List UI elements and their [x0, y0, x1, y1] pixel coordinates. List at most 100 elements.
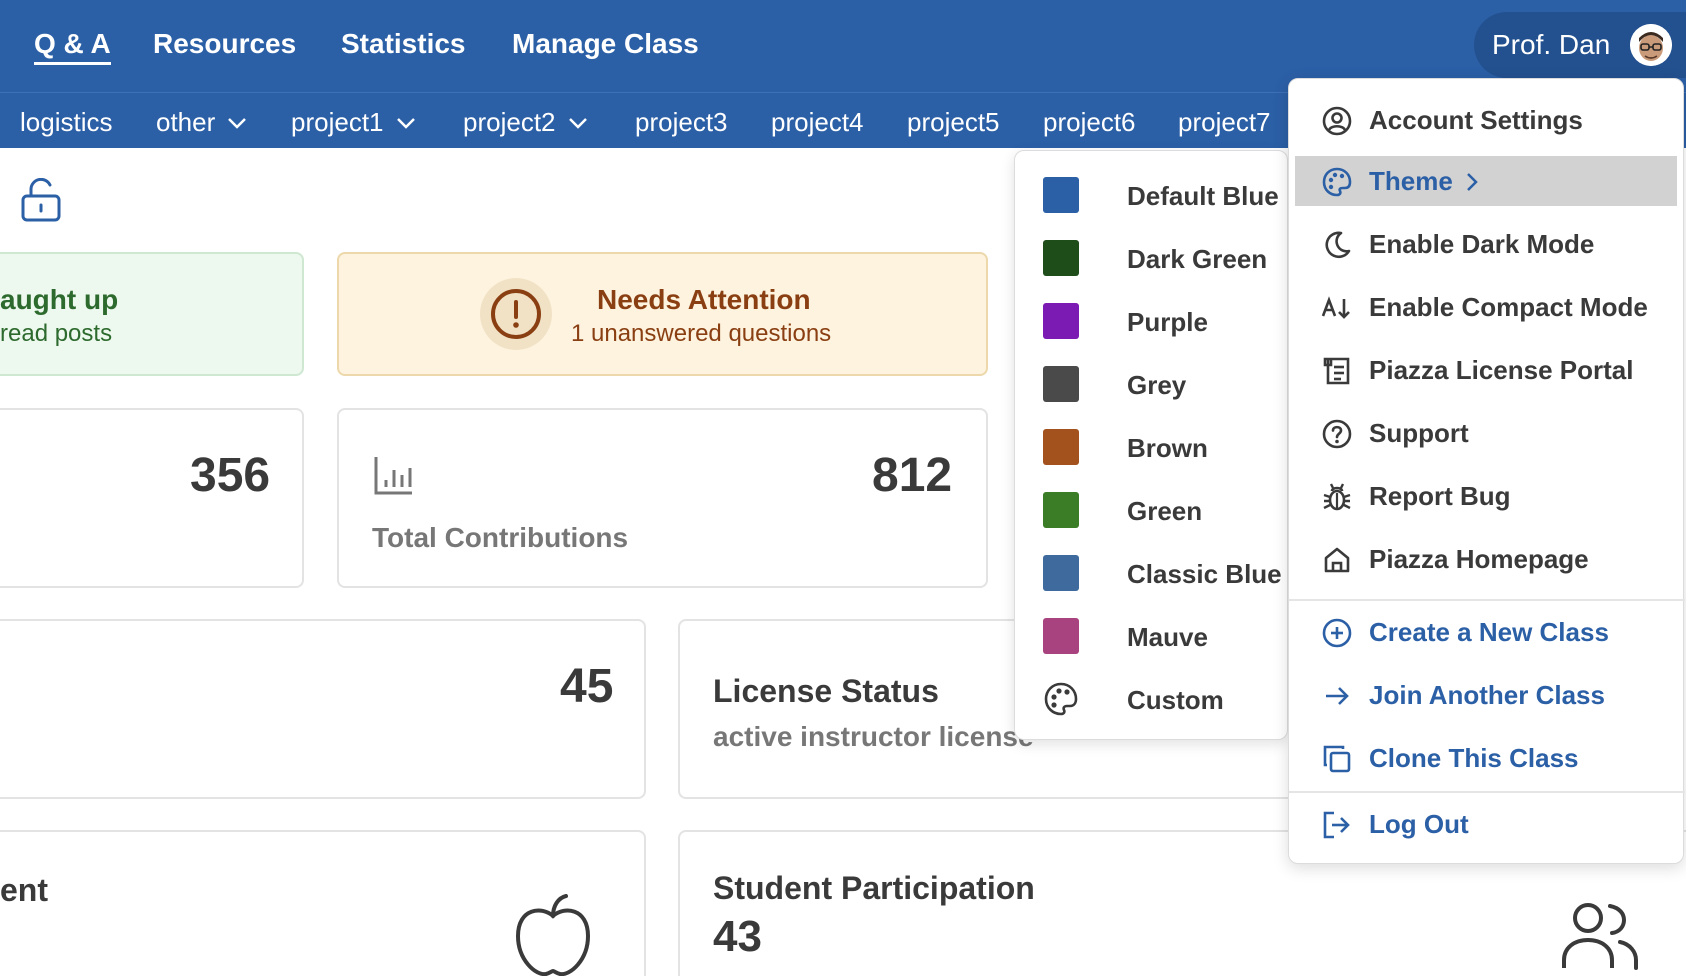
- menu-join-class[interactable]: Join Another Class: [1295, 670, 1677, 720]
- help-circle-icon: [1322, 419, 1352, 449]
- menu-dark-mode[interactable]: Enable Dark Mode: [1295, 219, 1677, 269]
- color-swatch: [1043, 240, 1079, 276]
- folder-project6[interactable]: project6: [1043, 107, 1136, 138]
- user-circle-icon: [1322, 106, 1352, 136]
- folder-project3[interactable]: project3: [635, 107, 728, 138]
- moon-icon: [1325, 231, 1351, 259]
- needs-attention-card[interactable]: Needs Attention 1 unanswered questions: [337, 252, 988, 376]
- color-swatch: [1043, 303, 1079, 339]
- stat-card-45: 45: [0, 619, 646, 799]
- student-participation-value: 43: [713, 912, 762, 961]
- theme-label: Purple: [1127, 307, 1208, 337]
- contributions-value: 812: [872, 449, 953, 502]
- folder-label: project4: [771, 107, 864, 137]
- palette-icon: [1322, 167, 1352, 197]
- menu-license-portal[interactable]: Piazza License Portal: [1295, 345, 1677, 395]
- menu-divider: [1289, 599, 1685, 601]
- folder-project4[interactable]: project4: [771, 107, 864, 138]
- menu-clone-class[interactable]: Clone This Class: [1295, 733, 1677, 783]
- chevron-right-icon: [1467, 173, 1478, 191]
- menu-compact-mode[interactable]: Enable Compact Mode: [1295, 282, 1677, 332]
- color-swatch: [1043, 177, 1079, 213]
- nav-manage-class[interactable]: Manage Class: [512, 28, 699, 60]
- menu-homepage[interactable]: Piazza Homepage: [1295, 534, 1677, 584]
- folder-label: project2: [463, 107, 556, 137]
- theme-label: Mauve: [1127, 622, 1208, 652]
- menu-label: Clone This Class: [1369, 743, 1579, 773]
- menu-label: Account Settings: [1369, 105, 1583, 135]
- unlock-icon[interactable]: [20, 177, 62, 227]
- color-swatch: [1043, 618, 1079, 654]
- theme-mauve[interactable]: Mauve: [1043, 616, 1208, 656]
- theme-label: Custom: [1127, 685, 1224, 715]
- theme-grey[interactable]: Grey: [1043, 364, 1186, 404]
- stat-value: 356: [190, 449, 271, 502]
- theme-brown[interactable]: Brown: [1043, 427, 1208, 467]
- nav-qa[interactable]: Q & A: [34, 28, 111, 65]
- theme-custom[interactable]: Custom: [1043, 679, 1224, 719]
- license-status-subtitle: active instructor license: [713, 721, 1034, 752]
- menu-report-bug[interactable]: Report Bug: [1295, 471, 1677, 521]
- menu-theme[interactable]: Theme: [1295, 156, 1677, 206]
- menu-label: Report Bug: [1369, 481, 1511, 511]
- needs-attention-subtitle: 1 unanswered questions: [571, 320, 832, 347]
- arrow-right-icon: [1326, 687, 1349, 705]
- theme-dark-green[interactable]: Dark Green: [1043, 238, 1267, 278]
- bug-icon: [1323, 483, 1351, 511]
- theme-green[interactable]: Green: [1043, 490, 1202, 530]
- folder-label: logistics: [20, 107, 113, 137]
- menu-label: Support: [1369, 418, 1469, 448]
- user-name[interactable]: Prof. Dan: [1492, 29, 1610, 61]
- chevron-down-icon: [568, 117, 587, 129]
- chevron-down-icon: [396, 117, 415, 129]
- nav-statistics[interactable]: Statistics: [341, 28, 466, 60]
- account-dropdown: Account Settings Theme Enable Dark Mode …: [1288, 78, 1685, 864]
- license-status-title: License Status: [713, 673, 939, 709]
- palette-icon: [1044, 682, 1078, 716]
- theme-purple[interactable]: Purple: [1043, 301, 1208, 341]
- theme-label: Classic Blue: [1127, 559, 1282, 589]
- avatar[interactable]: [1630, 24, 1672, 66]
- menu-support[interactable]: Support: [1295, 408, 1677, 458]
- color-swatch: [1043, 366, 1079, 402]
- folder-label: project7: [1178, 107, 1271, 137]
- enrollment-title: ent: [0, 872, 48, 908]
- folder-project7[interactable]: project7: [1178, 107, 1271, 138]
- folder-project1[interactable]: project1: [291, 107, 416, 138]
- folder-label: project6: [1043, 107, 1136, 137]
- theme-label: Grey: [1127, 370, 1187, 400]
- caught-up-subtitle: read posts: [0, 320, 113, 347]
- text-sort-icon: [1321, 296, 1350, 319]
- folder-project2[interactable]: project2: [463, 107, 588, 138]
- bar-chart-icon: [374, 457, 412, 495]
- menu-label: Piazza Homepage: [1369, 544, 1589, 574]
- folder-project5[interactable]: project5: [907, 107, 1000, 138]
- color-swatch: [1043, 492, 1079, 528]
- license-icon: [1323, 357, 1350, 385]
- alert-circle-icon: [480, 278, 552, 350]
- home-icon: [1324, 547, 1350, 573]
- color-swatch: [1043, 429, 1079, 465]
- theme-label: Brown: [1127, 433, 1208, 463]
- menu-log-out[interactable]: Log Out: [1295, 799, 1677, 849]
- theme-default-blue[interactable]: Default Blue: [1043, 175, 1279, 215]
- theme-classic-blue[interactable]: Classic Blue: [1043, 553, 1282, 593]
- copy-icon: [1323, 745, 1351, 773]
- needs-attention-title: Needs Attention: [597, 284, 811, 315]
- enrollment-card: ent: [0, 830, 646, 976]
- folder-other[interactable]: other: [156, 107, 247, 138]
- menu-create-class[interactable]: Create a New Class: [1295, 607, 1677, 657]
- chevron-down-icon: [228, 117, 247, 129]
- folder-label: other: [156, 107, 216, 137]
- users-icon: [1562, 903, 1638, 970]
- nav-resources[interactable]: Resources: [153, 28, 296, 60]
- menu-label: Log Out: [1369, 809, 1469, 839]
- caught-up-title: aught up: [0, 284, 119, 315]
- menu-label: Piazza License Portal: [1369, 355, 1634, 385]
- folder-logistics[interactable]: logistics: [20, 107, 112, 138]
- folder-label: project3: [635, 107, 728, 137]
- menu-account-settings[interactable]: Account Settings: [1295, 95, 1677, 145]
- theme-label: Green: [1127, 496, 1203, 526]
- menu-label: Theme: [1369, 166, 1453, 196]
- plus-circle-icon: [1322, 618, 1352, 648]
